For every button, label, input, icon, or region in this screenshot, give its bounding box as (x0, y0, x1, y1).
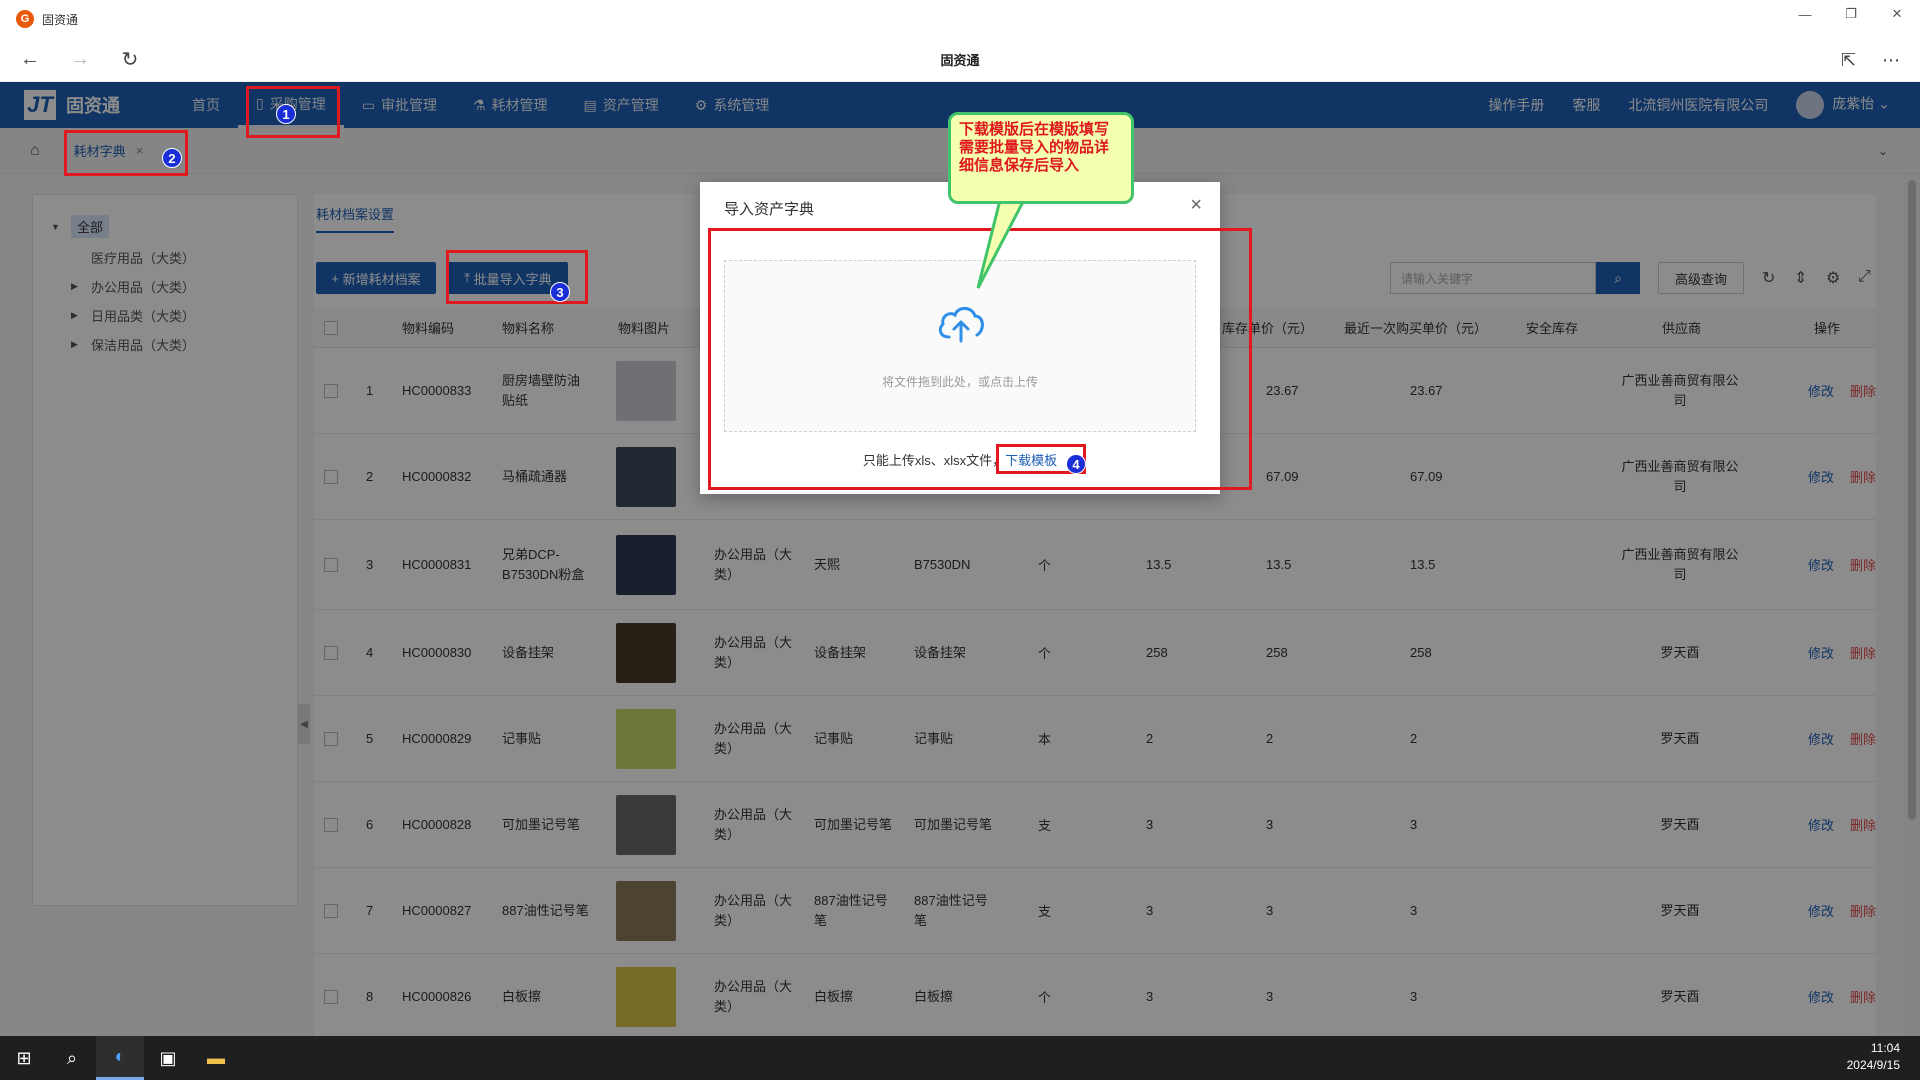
back-icon[interactable]: ← (10, 40, 50, 80)
upload-note: 只能上传xls、xlsx文件，下载模板 (700, 450, 1220, 469)
minimize-icon[interactable]: — (1782, 0, 1828, 28)
annotation-marker: 4 (1066, 454, 1086, 474)
clock-date: 2024/9/15 (1846, 1058, 1900, 1072)
annotation-marker: 1 (276, 104, 296, 124)
annotation-marker: 3 (550, 282, 570, 302)
upload-note-text: 只能上传xls、xlsx文件， (862, 453, 1006, 468)
dropzone-text: 将文件拖到此处，或点击上传 (881, 375, 1038, 389)
import-dialog: 导入资产字典 × 将文件拖到此处，或点击上传 只能上传xls、xlsx文件，下载… (700, 182, 1220, 494)
restore-icon[interactable]: ❐ (1828, 0, 1874, 28)
browser-navbar: ← → ↻ 固资通 ⇱ ⋯ (0, 38, 1920, 82)
instruction-callout: 下载模版后在模版填写需要批量导入的物品详细信息保存后导入 (948, 112, 1134, 204)
cloud-upload-icon (938, 306, 984, 343)
app-taskbar-icon[interactable]: ◐ (96, 1036, 144, 1080)
close-icon[interactable]: × (1190, 194, 1202, 217)
dialog-title: 导入资产字典 (724, 201, 815, 218)
more-icon[interactable]: ⋯ (1882, 50, 1900, 71)
close-window-icon[interactable]: ✕ (1874, 0, 1920, 28)
monitor-app-icon[interactable]: ▣ (144, 1036, 192, 1080)
forward-icon[interactable]: → (60, 40, 100, 80)
window-title: 固资通 (42, 12, 79, 27)
taskbar: ⊞ ⌕ ◐ ▣ ▬ 11:04 2024/9/15 (0, 1036, 1920, 1080)
search-icon[interactable]: ⌕ (48, 1036, 96, 1080)
folder-icon[interactable]: ▬ (192, 1036, 240, 1080)
refresh-icon[interactable]: ↻ (110, 40, 150, 80)
window-titlebar: G 固资通 — ❐ ✕ (0, 0, 1920, 38)
annotation-marker: 2 (162, 148, 182, 168)
page-heading: 固资通 (940, 53, 980, 68)
upload-dropzone[interactable]: 将文件拖到此处，或点击上传 (724, 260, 1196, 432)
windows-start-icon[interactable]: ⊞ (0, 1036, 48, 1080)
share-icon[interactable]: ⇱ (1841, 50, 1856, 71)
app-logo-icon: G (16, 10, 34, 28)
download-template-link[interactable]: 下载模板 (1005, 453, 1057, 468)
system-clock[interactable]: 11:04 2024/9/15 (1847, 1040, 1900, 1074)
clock-time: 11:04 (1870, 1041, 1900, 1055)
